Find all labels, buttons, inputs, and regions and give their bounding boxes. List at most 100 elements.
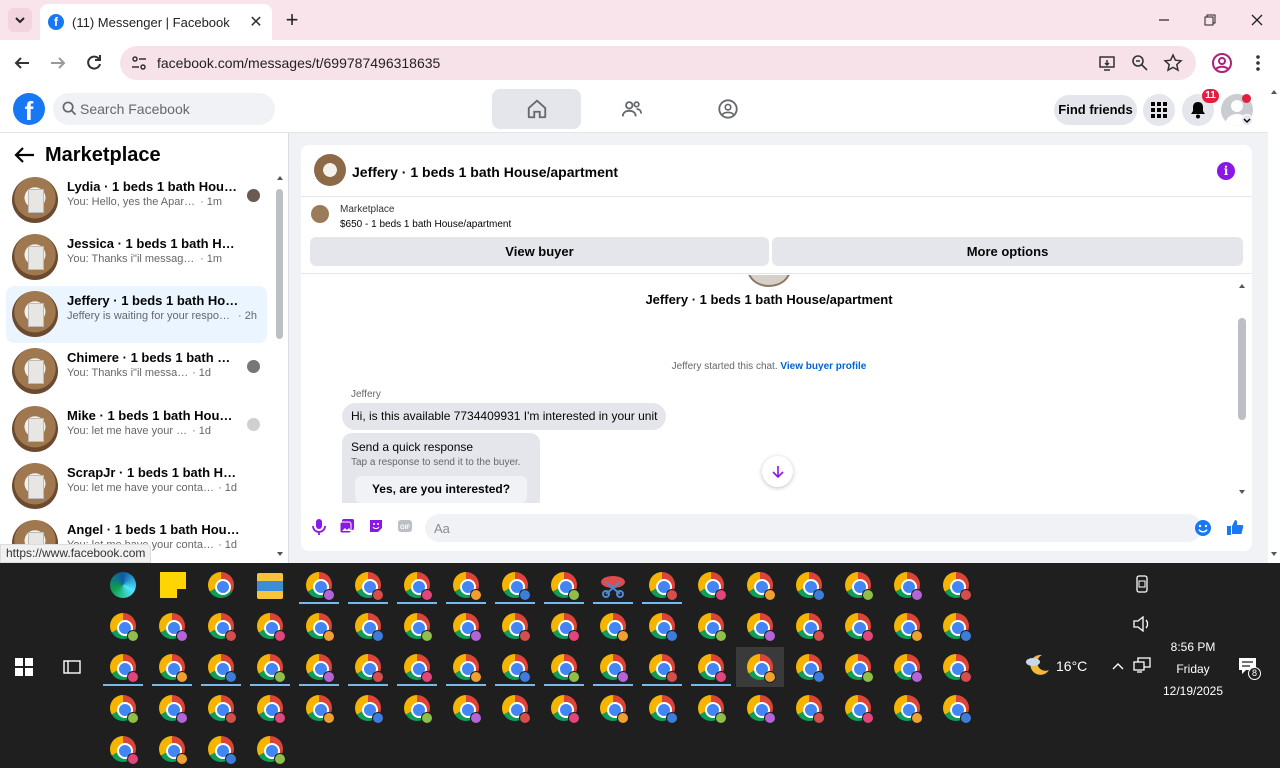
chrome-window-icon[interactable] — [649, 695, 678, 724]
chrome-window-icon[interactable] — [355, 572, 384, 601]
chevron-up-icon[interactable] — [1111, 660, 1125, 672]
chrome-window-icon[interactable] — [355, 695, 384, 724]
chrome-window-icon[interactable] — [257, 695, 286, 724]
chrome-window-icon[interactable] — [208, 695, 237, 724]
search-input[interactable]: Search Facebook — [53, 93, 275, 125]
tab-search-button[interactable] — [8, 8, 32, 32]
scroll-up-icon[interactable] — [1237, 281, 1247, 291]
profile-icon[interactable] — [1211, 52, 1233, 74]
conversation-item[interactable]: ScrapJr · 1 beds 1 bath House/apartment … — [6, 458, 267, 515]
weather-temperature[interactable]: 16°C — [1056, 658, 1087, 674]
chrome-window-icon[interactable] — [943, 613, 972, 642]
scroll-to-bottom-button[interactable] — [762, 456, 793, 487]
nav-tab-friends[interactable] — [587, 89, 677, 129]
conversation-item[interactable]: Chimere · 1 beds 1 bath House/apartment … — [6, 343, 267, 400]
bookmark-star-icon[interactable] — [1163, 53, 1183, 73]
page-scrollbar[interactable] — [1268, 86, 1280, 563]
chrome-window-icon[interactable] — [502, 613, 531, 642]
chrome-window-icon[interactable] — [453, 613, 482, 642]
chrome-window-icon[interactable] — [894, 613, 923, 642]
microphone-icon[interactable] — [311, 518, 327, 536]
chrome-window-icon[interactable] — [502, 695, 531, 724]
chrome-window-icon[interactable] — [404, 572, 433, 601]
back-arrow-icon[interactable] — [14, 146, 36, 164]
chrome-window-icon[interactable] — [698, 572, 727, 601]
system-clock[interactable]: 8:56 PM Friday 12/19/2025 — [1153, 636, 1233, 702]
menu-button[interactable] — [1143, 94, 1175, 126]
chrome-window-icon[interactable] — [649, 572, 678, 601]
site-info-icon[interactable] — [130, 54, 148, 72]
chrome-window-icon[interactable] — [502, 572, 531, 601]
touch-keyboard-icon[interactable] — [1135, 575, 1149, 593]
chrome-window-icon[interactable] — [159, 654, 188, 683]
browser-tab-messenger[interactable]: f (11) Messenger | Facebook ✕ — [40, 4, 272, 40]
chat-scrollbar[interactable] — [1238, 318, 1246, 420]
chrome-window-icon[interactable] — [943, 654, 972, 683]
chrome-window-icon[interactable] — [796, 654, 825, 683]
chrome-window-icon[interactable] — [747, 613, 776, 642]
chrome-window-icon[interactable] — [845, 654, 874, 683]
chrome-window-icon[interactable] — [698, 654, 727, 683]
listing-title[interactable]: $650 - 1 beds 1 bath House/apartment — [340, 219, 511, 230]
message-bubble[interactable]: Hi, is this available 7734409931 I'm int… — [342, 403, 667, 430]
gif-icon[interactable]: GIF — [397, 518, 413, 534]
chrome-window-icon[interactable] — [355, 613, 384, 642]
chrome-window-icon[interactable] — [845, 572, 874, 601]
edge-icon[interactable] — [110, 572, 136, 598]
view-buyer-profile-link[interactable]: View buyer profile — [780, 361, 866, 372]
chrome-window-icon[interactable] — [943, 572, 972, 601]
chrome-window-icon[interactable] — [845, 613, 874, 642]
install-app-icon[interactable] — [1098, 54, 1116, 72]
sticker-icon[interactable] — [368, 518, 384, 534]
conversation-item[interactable]: Lydia · 1 beds 1 bath House/apartment Yo… — [6, 172, 267, 229]
minimize-button[interactable] — [1152, 8, 1176, 32]
sidebar-scrollbar[interactable] — [276, 189, 283, 339]
chrome-window-icon[interactable] — [796, 613, 825, 642]
account-chevron-icon[interactable] — [1241, 114, 1253, 126]
volume-icon[interactable] — [1133, 616, 1151, 632]
snipping-tool-icon[interactable] — [600, 572, 626, 598]
chat-avatar[interactable] — [314, 154, 346, 186]
chrome-window-icon[interactable] — [159, 695, 188, 724]
chrome-window-icon[interactable] — [110, 736, 139, 765]
chrome-window-icon[interactable] — [404, 613, 433, 642]
new-tab-button[interactable]: + — [280, 8, 304, 32]
restore-button[interactable] — [1198, 8, 1222, 32]
weather-moon-icon[interactable] — [1024, 653, 1050, 677]
chrome-window-icon[interactable] — [894, 695, 923, 724]
back-button[interactable] — [10, 51, 34, 75]
chrome-icon[interactable] — [208, 572, 234, 598]
chrome-window-icon[interactable] — [208, 613, 237, 642]
chrome-window-icon[interactable] — [208, 736, 237, 765]
chrome-window-icon[interactable] — [110, 654, 139, 683]
chrome-window-icon[interactable] — [600, 654, 629, 683]
chrome-window-icon[interactable] — [747, 695, 776, 724]
chrome-window-icon[interactable] — [453, 654, 482, 683]
conversation-item-active[interactable]: Jeffery · 1 beds 1 bath House/apartment … — [6, 286, 267, 343]
chrome-window-icon[interactable] — [159, 613, 188, 642]
chrome-window-icon[interactable] — [453, 695, 482, 724]
chrome-window-icon[interactable] — [551, 613, 580, 642]
emoji-icon[interactable] — [1194, 519, 1212, 537]
chrome-window-icon[interactable] — [600, 695, 629, 724]
chat-title[interactable]: Jeffery · 1 beds 1 bath House/apartment — [352, 164, 618, 180]
url-text[interactable]: facebook.com/messages/t/699787496318635 — [157, 55, 440, 71]
sticky-notes-icon[interactable] — [160, 572, 186, 598]
close-tab-icon[interactable]: ✕ — [248, 12, 264, 32]
nav-tab-groups[interactable] — [683, 89, 773, 129]
chrome-window-icon[interactable] — [698, 613, 727, 642]
view-buyer-button[interactable]: View buyer — [310, 237, 769, 266]
chrome-window-icon[interactable] — [747, 572, 776, 601]
file-explorer-icon[interactable] — [257, 573, 283, 599]
chrome-window-icon[interactable] — [257, 613, 286, 642]
chrome-window-icon[interactable] — [306, 695, 335, 724]
facebook-logo-icon[interactable]: f — [13, 93, 45, 126]
chrome-window-icon[interactable] — [894, 572, 923, 601]
conversation-item[interactable]: Jessica · 1 beds 1 bath House/apartment … — [6, 229, 267, 286]
reload-button[interactable] — [82, 51, 106, 75]
scroll-down-icon[interactable] — [1237, 487, 1247, 497]
chrome-window-icon[interactable] — [796, 572, 825, 601]
chrome-window-icon[interactable] — [551, 654, 580, 683]
zoom-icon[interactable] — [1131, 54, 1149, 72]
chrome-window-icon[interactable] — [747, 654, 776, 683]
